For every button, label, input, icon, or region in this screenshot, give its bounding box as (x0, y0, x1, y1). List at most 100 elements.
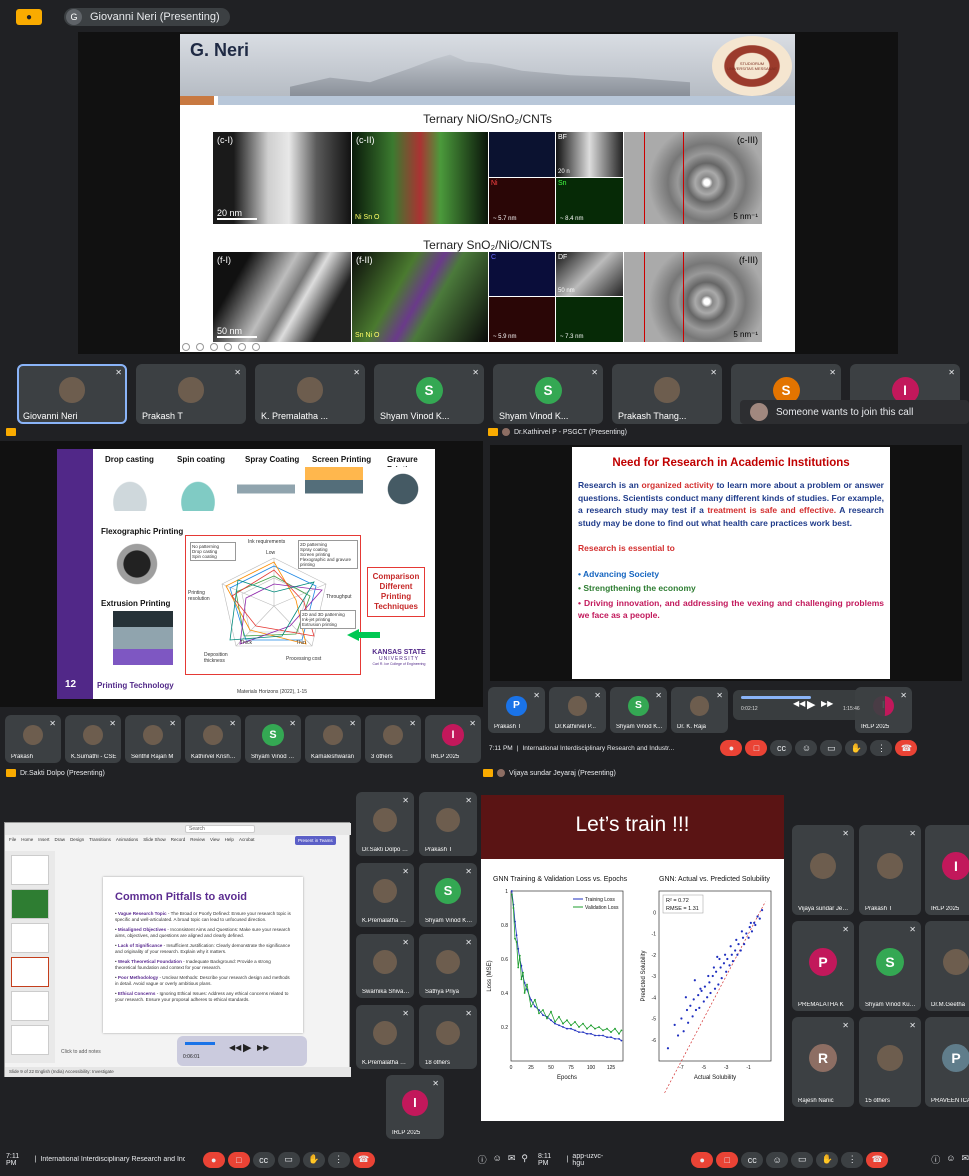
camera-badge-icon[interactable] (6, 769, 16, 777)
lock-icon[interactable]: ⚲ (521, 1153, 528, 1166)
more-button[interactable]: ⋮ (870, 740, 893, 756)
toolbar-dot-icon[interactable] (252, 343, 260, 351)
skip-fwd-icon[interactable]: ▶▶ (821, 699, 833, 708)
toolbar-dot-icon[interactable] (210, 343, 218, 351)
media-controls-4[interactable]: 0:06:01 ◀◀ ▶ ▶▶ (177, 1036, 307, 1066)
participant-tile[interactable]: S ✕ Shyam Vinod K... (245, 715, 301, 763)
ppt-menu-item[interactable]: Slide Show (143, 837, 166, 846)
participant-tile[interactable]: ✕ Prakash T (136, 364, 246, 424)
join-notice[interactable]: Someone wants to join this call (740, 400, 969, 424)
end-call-button[interactable]: ☎ (866, 1151, 889, 1168)
hand-button[interactable]: ✋ (845, 740, 868, 756)
participant-tile[interactable]: ✕ Swarnika Shivakumar (356, 934, 414, 998)
ppt-menu-item[interactable]: Transitions (89, 837, 111, 846)
emoji-button[interactable]: ☺ (766, 1151, 789, 1168)
participant-tile[interactable]: ✕ Sathya Priya (419, 934, 477, 998)
present-button[interactable]: ▭ (820, 740, 843, 756)
participant-tile[interactable]: ✕ Kathirvel Krishna... (185, 715, 241, 763)
presenter-pill[interactable]: G Giovanni Neri (Presenting) (64, 8, 230, 26)
ppt-menu-item[interactable]: Review (190, 837, 205, 846)
participant-tile[interactable]: ✕ 15 others (859, 1017, 921, 1107)
participant-tile[interactable]: ✕ K. Premalatha ... (255, 364, 365, 424)
play-button-icon[interactable]: ▶ (243, 1041, 251, 1054)
end-call-button[interactable]: ☎ (352, 1151, 375, 1168)
participant-tile[interactable]: ✕ Dr.Kathirvel P... (549, 687, 606, 733)
participant-tile[interactable]: ✕ Giovanni Neri (17, 364, 127, 424)
participant-tile[interactable]: P ✕ PREMALATHA K (792, 921, 854, 1011)
participant-tile[interactable]: ✕ Dr.Sakti Dolpo (Prese... (356, 792, 414, 856)
thumb-3[interactable] (11, 923, 49, 953)
people-icon[interactable]: ☺ (493, 1153, 502, 1166)
ppt-menu-item[interactable]: View (210, 837, 220, 846)
participant-tile[interactable]: S ✕ Shyam Vinod K... (493, 364, 603, 424)
participant-tile[interactable]: S✕Shyam Vinod Kumar P (859, 921, 921, 1011)
participant-tile[interactable]: P ✕ Prakash T (488, 687, 545, 733)
participant-tile[interactable]: I✕IRLP 2025 (425, 715, 481, 763)
participant-tile[interactable]: I✕IRLP 2025 (386, 1075, 444, 1139)
participant-tile[interactable]: ✕ Prakash T (859, 825, 921, 915)
participant-tile[interactable]: ✕Dr.M.Geetha (925, 921, 969, 1011)
people-icon[interactable]: ☺ (946, 1153, 955, 1166)
cam-off-button[interactable]: □ (716, 1151, 739, 1168)
captions-button[interactable]: cc (770, 740, 793, 756)
thumb-5[interactable] (11, 991, 49, 1021)
ppt-menu-item[interactable]: Record (171, 837, 186, 846)
cam-off-button[interactable]: □ (745, 740, 768, 756)
thumb-2[interactable] (11, 889, 49, 919)
participant-tile[interactable]: P✕PRAVEEN ICA208 (925, 1017, 969, 1107)
ppt-menu-item[interactable]: Acrobat (239, 837, 255, 846)
skip-fwd-icon[interactable]: ▶▶ (257, 1043, 269, 1052)
toolbar-dot-icon[interactable] (196, 343, 204, 351)
end-call-button[interactable]: ☎ (895, 740, 918, 756)
skip-back-icon[interactable]: ◀◀ (793, 699, 805, 708)
more-button[interactable]: ⋮ (841, 1151, 864, 1168)
present-teams-btn[interactable]: Present in Teams (295, 836, 336, 845)
cam-off-button[interactable]: □ (227, 1151, 250, 1168)
media-controls[interactable]: 0:02:12 ▶ ◀◀ ▶▶ 1:15:46 (733, 690, 885, 720)
slide-toolbar[interactable] (182, 342, 352, 352)
hand-button[interactable]: ✋ (302, 1151, 325, 1168)
participant-tile[interactable]: ✕ Kamaleshwaran (305, 715, 361, 763)
ppt-menu-item[interactable]: File (9, 837, 16, 846)
participant-tile[interactable]: ✕ Vijaya sundar Jeyaraj (792, 825, 854, 915)
seek-bar-4[interactable] (185, 1042, 215, 1045)
ppt-menu-item[interactable]: Animations (116, 837, 138, 846)
toolbar-dot-icon[interactable] (182, 343, 190, 351)
chat-icon[interactable]: ✉ (961, 1153, 969, 1166)
participant-tile[interactable]: ✕ Senthil Rajan M (125, 715, 181, 763)
more-button[interactable]: ⋮ (327, 1151, 350, 1168)
participant-tile[interactable]: S ✕ Shyam Vinod K... (610, 687, 667, 733)
participant-tile[interactable]: ✕ K.Sumathi - CSE (65, 715, 121, 763)
present-button[interactable]: ▭ (791, 1151, 814, 1168)
skip-back-icon[interactable]: ◀◀ (229, 1043, 241, 1052)
camera-badge-icon[interactable] (6, 428, 16, 436)
info-icon[interactable]: ⓘ (931, 1153, 940, 1166)
ppt-menu-item[interactable]: Draw (55, 837, 66, 846)
participant-tile[interactable]: S ✕ Shyam Vinod K... (374, 364, 484, 424)
participant-tile[interactable]: S✕Shyam Vinod Kumar P (419, 863, 477, 927)
thumb-4[interactable] (11, 957, 49, 987)
participant-tile[interactable]: I✕IRLP 2025 (925, 825, 969, 915)
toolbar-dot-icon[interactable] (238, 343, 246, 351)
participant-tile[interactable]: ✕ Prakash T (419, 792, 477, 856)
captions-button[interactable]: cc (252, 1151, 275, 1168)
ppt-menu-item[interactable]: Insert (38, 837, 49, 846)
participant-tile[interactable]: ✕ Prakash Thang... (612, 364, 722, 424)
ppt-menu-item[interactable]: Home (21, 837, 33, 846)
present-button[interactable]: ▭ (277, 1151, 300, 1168)
hand-button[interactable]: ✋ (816, 1151, 839, 1168)
participant-tile[interactable]: ✕ Prakash (5, 715, 61, 763)
captions-button[interactable]: cc (741, 1151, 764, 1168)
camera-badge-icon[interactable] (483, 769, 493, 777)
ppt-menu-item[interactable]: Help (225, 837, 234, 846)
participant-tile[interactable]: ✕ 3 others (365, 715, 421, 763)
participant-tile[interactable]: ✕ K.Premalatha Durgapal... (356, 1005, 414, 1069)
toolbar-dot-icon[interactable] (224, 343, 232, 351)
participant-tile[interactable]: ✕ 18 others (419, 1005, 477, 1069)
thumb-1[interactable] (11, 855, 49, 885)
mic-off-button[interactable]: ● (720, 740, 743, 756)
participant-tile[interactable]: ✕ Dr. K. Raja (671, 687, 728, 733)
play-button-icon[interactable]: ▶ (807, 698, 815, 711)
emoji-button[interactable]: ☺ (795, 740, 818, 756)
camera-badge-icon[interactable] (488, 428, 498, 436)
